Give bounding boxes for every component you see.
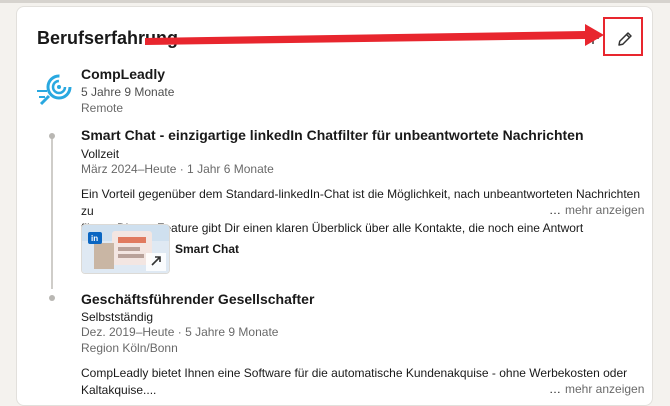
section-title: Berufserfahrung: [37, 28, 179, 48]
position-location: Region Köln/Bonn: [81, 341, 178, 355]
page-top-border: [0, 0, 670, 3]
date-range: März 2024–Heute · 1 Jahr 6 Monate: [81, 162, 274, 176]
show-more-label: mehr anzeigen: [565, 203, 645, 217]
svg-text:in: in: [91, 234, 98, 243]
pencil-icon: [618, 32, 632, 46]
timeline-line: [51, 137, 53, 289]
show-more-label: mehr anzeigen: [565, 382, 645, 396]
company-work-type: Remote: [81, 101, 124, 115]
company-logo[interactable]: [35, 67, 79, 111]
position-title[interactable]: Smart Chat - einzigartige linkedIn Chatf…: [81, 127, 584, 143]
edit-experience-button[interactable]: [608, 22, 642, 56]
plus-icon: +: [585, 25, 600, 52]
position-title[interactable]: Geschäftsführender Gesellschafter: [81, 291, 314, 307]
ellipsis: …: [549, 382, 561, 396]
show-more-button[interactable]: … mehr anzeigen: [549, 382, 644, 396]
show-more-button[interactable]: … mehr anzeigen: [549, 203, 644, 217]
media-thumbnail[interactable]: in: [81, 224, 170, 274]
add-experience-button[interactable]: +: [577, 23, 609, 55]
company-duration: 5 Jahre 9 Monate: [81, 85, 175, 99]
timeline-dot: [49, 133, 55, 139]
experience-section-card: Berufserfahrung + CompLeadly 5 Jahre 9 M…: [16, 6, 653, 406]
employment-type: Vollzeit: [81, 147, 120, 161]
employment-type: Selbstständig: [81, 310, 154, 324]
company-name[interactable]: CompLeadly: [81, 66, 165, 82]
date-range: Dez. 2019–Heute · 5 Jahre 9 Monate: [81, 325, 279, 339]
timeline-dot: [49, 295, 55, 301]
media-preview-image: in: [82, 225, 169, 273]
description-line: CompLeadly bietet Ihnen eine Software fü…: [81, 366, 628, 380]
media-title[interactable]: Smart Chat: [175, 242, 239, 256]
ellipsis: …: [549, 203, 561, 217]
